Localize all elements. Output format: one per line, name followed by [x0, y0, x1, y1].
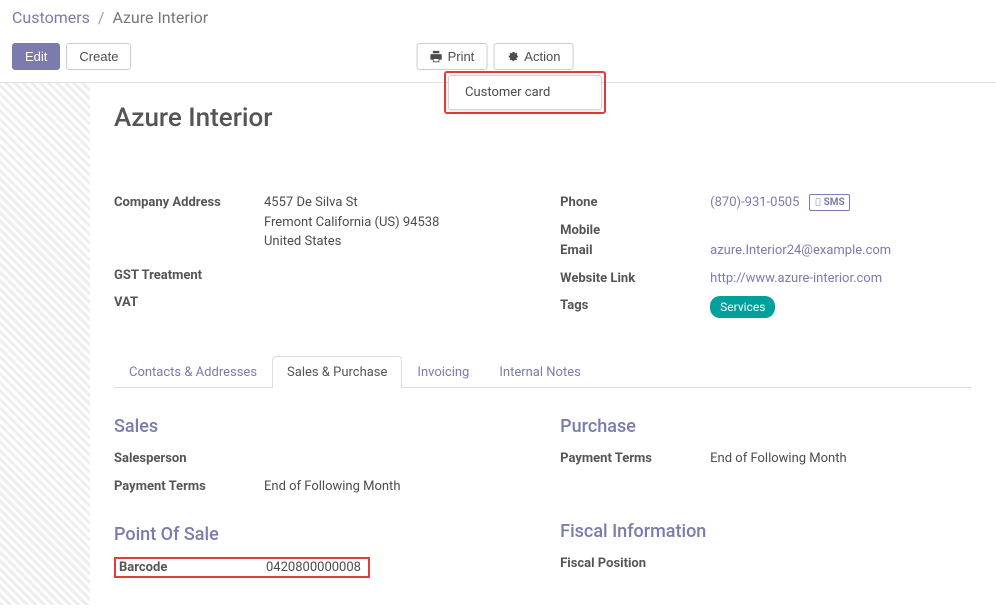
email-value[interactable]: azure.Interior24@example.com: [710, 243, 891, 258]
breadcrumb-root[interactable]: Customers: [12, 8, 90, 27]
company-address-label: Company Address: [114, 193, 264, 252]
print-dropdown-highlight: Customer card: [444, 71, 606, 114]
tab-contacts[interactable]: Contacts & Addresses: [114, 356, 272, 388]
action-button[interactable]: Action: [493, 43, 573, 70]
sms-button[interactable]: SMS: [809, 194, 850, 211]
tab-invoicing[interactable]: Invoicing: [402, 356, 484, 388]
breadcrumb-separator: /: [98, 8, 105, 27]
print-button[interactable]: Print: [417, 43, 488, 70]
fiscal-title: Fiscal Information: [560, 521, 972, 542]
form-sheet: Azure Interior Company Address 4557 De S…: [90, 83, 996, 605]
tags-label: Tags: [560, 296, 710, 318]
salesperson-label: Salesperson: [114, 449, 264, 469]
left-gutter: [0, 83, 90, 605]
website-label: Website Link: [560, 269, 710, 289]
fiscal-position-label: Fiscal Position: [560, 554, 710, 574]
print-dropdown: Customer card: [448, 75, 602, 110]
phone-value[interactable]: (870)-931-0505: [710, 195, 799, 210]
edit-button[interactable]: Edit: [12, 43, 60, 70]
form-sheet-bg: Azure Interior Company Address 4557 De S…: [0, 83, 996, 605]
address-line1: 4557 De Silva St: [264, 193, 439, 213]
action-label: Action: [524, 49, 560, 64]
tab-sales-purchase[interactable]: Sales & Purchase: [272, 356, 402, 388]
mobile-label: Mobile: [560, 221, 710, 241]
barcode-label: Barcode: [119, 560, 266, 575]
website-value[interactable]: http://www.azure-interior.com: [710, 271, 882, 286]
tag-pill: Services: [710, 296, 775, 318]
address-line2: Fremont California (US) 94538: [264, 213, 439, 233]
print-label: Print: [448, 49, 475, 64]
toolbar: Edit Create Print Action Customer card: [0, 35, 996, 83]
vat-label: VAT: [114, 293, 264, 313]
create-button[interactable]: Create: [66, 43, 131, 70]
barcode-value: 0420800000008: [266, 560, 361, 575]
gst-treatment-label: GST Treatment: [114, 266, 264, 286]
mobile-icon: [814, 198, 822, 206]
dropdown-item-customer-card[interactable]: Customer card: [449, 76, 601, 109]
purchase-payment-terms-label: Payment Terms: [560, 449, 710, 469]
company-address-value: 4557 De Silva St Fremont California (US)…: [264, 193, 439, 252]
breadcrumb-current: Azure Interior: [112, 8, 208, 27]
email-label: Email: [560, 241, 710, 261]
tab-internal-notes[interactable]: Internal Notes: [484, 356, 595, 388]
sales-title: Sales: [114, 416, 560, 437]
pos-title: Point Of Sale: [114, 524, 560, 545]
sms-label: SMS: [824, 195, 845, 210]
payment-terms-label: Payment Terms: [114, 477, 264, 497]
print-icon: [430, 50, 443, 63]
tabs: Contacts & Addresses Sales & Purchase In…: [114, 356, 972, 388]
barcode-highlight: Barcode 0420800000008: [114, 557, 370, 578]
payment-terms-value: End of Following Month: [264, 477, 400, 497]
tab-content: Sales Salesperson Payment Terms End of F…: [114, 388, 972, 581]
address-country: United States: [264, 232, 439, 252]
purchase-title: Purchase: [560, 416, 972, 437]
breadcrumb: Customers / Azure Interior: [0, 0, 996, 35]
info-grid: Company Address 4557 De Silva St Fremont…: [114, 193, 972, 326]
purchase-payment-terms-value: End of Following Month: [710, 449, 846, 469]
gear-icon: [506, 50, 519, 63]
phone-label: Phone: [560, 193, 710, 213]
